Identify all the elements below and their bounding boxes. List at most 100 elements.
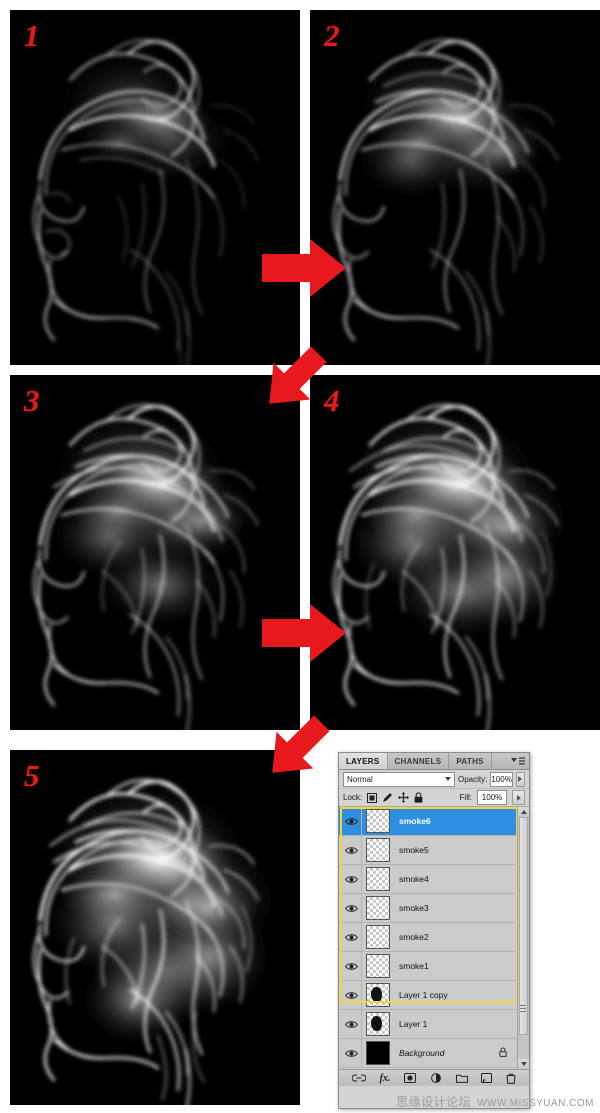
- fill-stepper[interactable]: [512, 790, 525, 805]
- tab-layers[interactable]: LAYERS: [339, 753, 388, 769]
- layer-row-layer-1[interactable]: Layer 1: [339, 1010, 529, 1039]
- layer-locked-icon: [499, 1047, 507, 1059]
- layer-style-fx-icon[interactable]: fx.: [380, 1073, 391, 1084]
- smoke-svg-3: [10, 375, 300, 730]
- eye-visibility-icon[interactable]: [341, 1039, 362, 1067]
- layer-thumbnail[interactable]: [366, 1041, 390, 1065]
- opacity-stepper[interactable]: [515, 771, 525, 787]
- scroll-up-button[interactable]: [518, 807, 529, 817]
- layer-name[interactable]: smoke3: [399, 903, 429, 913]
- opacity-input[interactable]: 100%: [490, 771, 513, 787]
- eye-visibility-icon[interactable]: [341, 807, 362, 835]
- step-image-5: 5: [10, 750, 300, 1105]
- lock-all-icon[interactable]: [414, 792, 423, 803]
- eye-visibility-icon[interactable]: [341, 981, 362, 1009]
- chevron-down-icon: [445, 776, 451, 781]
- layers-panel[interactable]: LAYERS CHANNELS PATHS Normal Opacity: 10…: [338, 752, 530, 1109]
- smoke-artwork-3: [10, 375, 300, 730]
- eye-visibility-icon[interactable]: [341, 923, 362, 951]
- smoke-svg-1: [10, 10, 300, 365]
- scroll-down-button[interactable]: [518, 1059, 529, 1069]
- lock-row[interactable]: Lock: Fill: 100%: [339, 789, 529, 807]
- arrow-down-left-icon: [269, 346, 327, 404]
- step-number-1: 1: [24, 18, 40, 53]
- arrow-step3-to-step4: [262, 602, 348, 664]
- layer-name[interactable]: smoke2: [399, 932, 429, 942]
- scrollbar-grip-icon: [520, 1005, 526, 1012]
- opacity-label: Opacity:: [458, 774, 488, 784]
- eye-visibility-icon[interactable]: [341, 865, 362, 893]
- layer-name[interactable]: smoke1: [399, 961, 429, 971]
- arrow-down-left-icon: [272, 715, 330, 773]
- layer-row-smoke5[interactable]: smoke5: [339, 836, 529, 865]
- layer-thumbnail[interactable]: [366, 838, 390, 862]
- layer-name[interactable]: smoke4: [399, 874, 429, 884]
- arrow-step1-to-step2: [262, 237, 348, 299]
- layer-row-background[interactable]: Background: [339, 1039, 529, 1068]
- new-layer-icon[interactable]: [481, 1073, 493, 1083]
- blend-mode-select[interactable]: Normal: [343, 771, 455, 787]
- panel-menu-icon[interactable]: [511, 753, 529, 769]
- tab-paths[interactable]: PATHS: [449, 753, 492, 769]
- blend-mode-row[interactable]: Normal Opacity: 100%: [339, 770, 529, 789]
- watermark-english: WWW.MISSYUAN.COM: [477, 1098, 594, 1109]
- layer-thumbnail[interactable]: [366, 809, 390, 833]
- layers-panel-toolbar[interactable]: fx.: [339, 1069, 529, 1086]
- layer-row-smoke3[interactable]: smoke3: [339, 894, 529, 923]
- layer-name[interactable]: Layer 1: [399, 1019, 427, 1029]
- watermark: 思缘设计论坛 WWW.MISSYUAN.COM: [396, 1093, 594, 1110]
- eye-visibility-icon[interactable]: [341, 836, 362, 864]
- layer-thumbnail[interactable]: [366, 1012, 390, 1036]
- step-image-4: 4: [310, 375, 600, 730]
- fill-input[interactable]: 100%: [477, 790, 507, 805]
- layer-name[interactable]: Layer 1 copy: [399, 990, 448, 1000]
- step-number-3: 3: [24, 383, 40, 418]
- add-layer-mask-icon[interactable]: [404, 1073, 417, 1083]
- smoke-artwork-2: [310, 10, 600, 365]
- panel-tab-bar[interactable]: LAYERS CHANNELS PATHS: [339, 753, 529, 770]
- layer-list[interactable]: smoke6 smoke5 smoke4 smoke3 smoke2 smoke…: [339, 807, 529, 1069]
- arrow-right-icon: [262, 604, 346, 662]
- layer-name[interactable]: Background: [399, 1048, 444, 1058]
- smoke-artwork-5: [10, 750, 300, 1105]
- layer-row-smoke4[interactable]: smoke4: [339, 865, 529, 894]
- layer-thumbnail[interactable]: [366, 925, 390, 949]
- link-layers-icon[interactable]: [351, 1074, 366, 1082]
- lock-image-pixels-icon[interactable]: [382, 792, 393, 803]
- step-number-2: 2: [324, 18, 340, 53]
- arrow-right-icon: [262, 239, 346, 297]
- fill-label: Fill:: [459, 793, 472, 802]
- eye-visibility-icon[interactable]: [341, 952, 362, 980]
- arrow-step2-to-step3: [255, 343, 333, 415]
- scrollbar-thumb[interactable]: [519, 817, 528, 1035]
- step-image-1: 1: [10, 10, 300, 365]
- delete-layer-icon[interactable]: [506, 1073, 516, 1084]
- layer-row-smoke2[interactable]: smoke2: [339, 923, 529, 952]
- layer-thumbnail[interactable]: [366, 896, 390, 920]
- blend-mode-value: Normal: [347, 774, 373, 784]
- arrow-step4-to-step5: [258, 712, 336, 784]
- smoke-artwork-1: [10, 10, 300, 365]
- lock-label: Lock:: [343, 793, 363, 802]
- layer-thumbnail[interactable]: [366, 983, 390, 1007]
- lock-transparent-pixels-icon[interactable]: [367, 792, 378, 803]
- layer-row-smoke1[interactable]: smoke1: [339, 952, 529, 981]
- eye-visibility-icon[interactable]: [341, 1010, 362, 1038]
- lock-position-icon[interactable]: [398, 792, 410, 803]
- smoke-svg-4: [310, 375, 600, 730]
- layer-thumbnail[interactable]: [366, 867, 390, 891]
- tab-channels[interactable]: CHANNELS: [388, 753, 450, 769]
- layer-row-smoke6[interactable]: smoke6: [339, 807, 529, 836]
- layer-row-layer-1-copy[interactable]: Layer 1 copy: [339, 981, 529, 1010]
- new-group-icon[interactable]: [455, 1073, 468, 1083]
- layer-thumbnail[interactable]: [366, 954, 390, 978]
- layer-name[interactable]: smoke6: [399, 816, 431, 826]
- smoke-svg-2: [310, 10, 600, 365]
- new-adjustment-layer-icon[interactable]: [430, 1073, 442, 1083]
- step-image-3: 3: [10, 375, 300, 730]
- layer-name[interactable]: smoke5: [399, 845, 429, 855]
- layer-list-scrollbar[interactable]: [517, 807, 529, 1069]
- eye-visibility-icon[interactable]: [341, 894, 362, 922]
- smoke-svg-5: [10, 750, 300, 1105]
- smoke-artwork-4: [310, 375, 600, 730]
